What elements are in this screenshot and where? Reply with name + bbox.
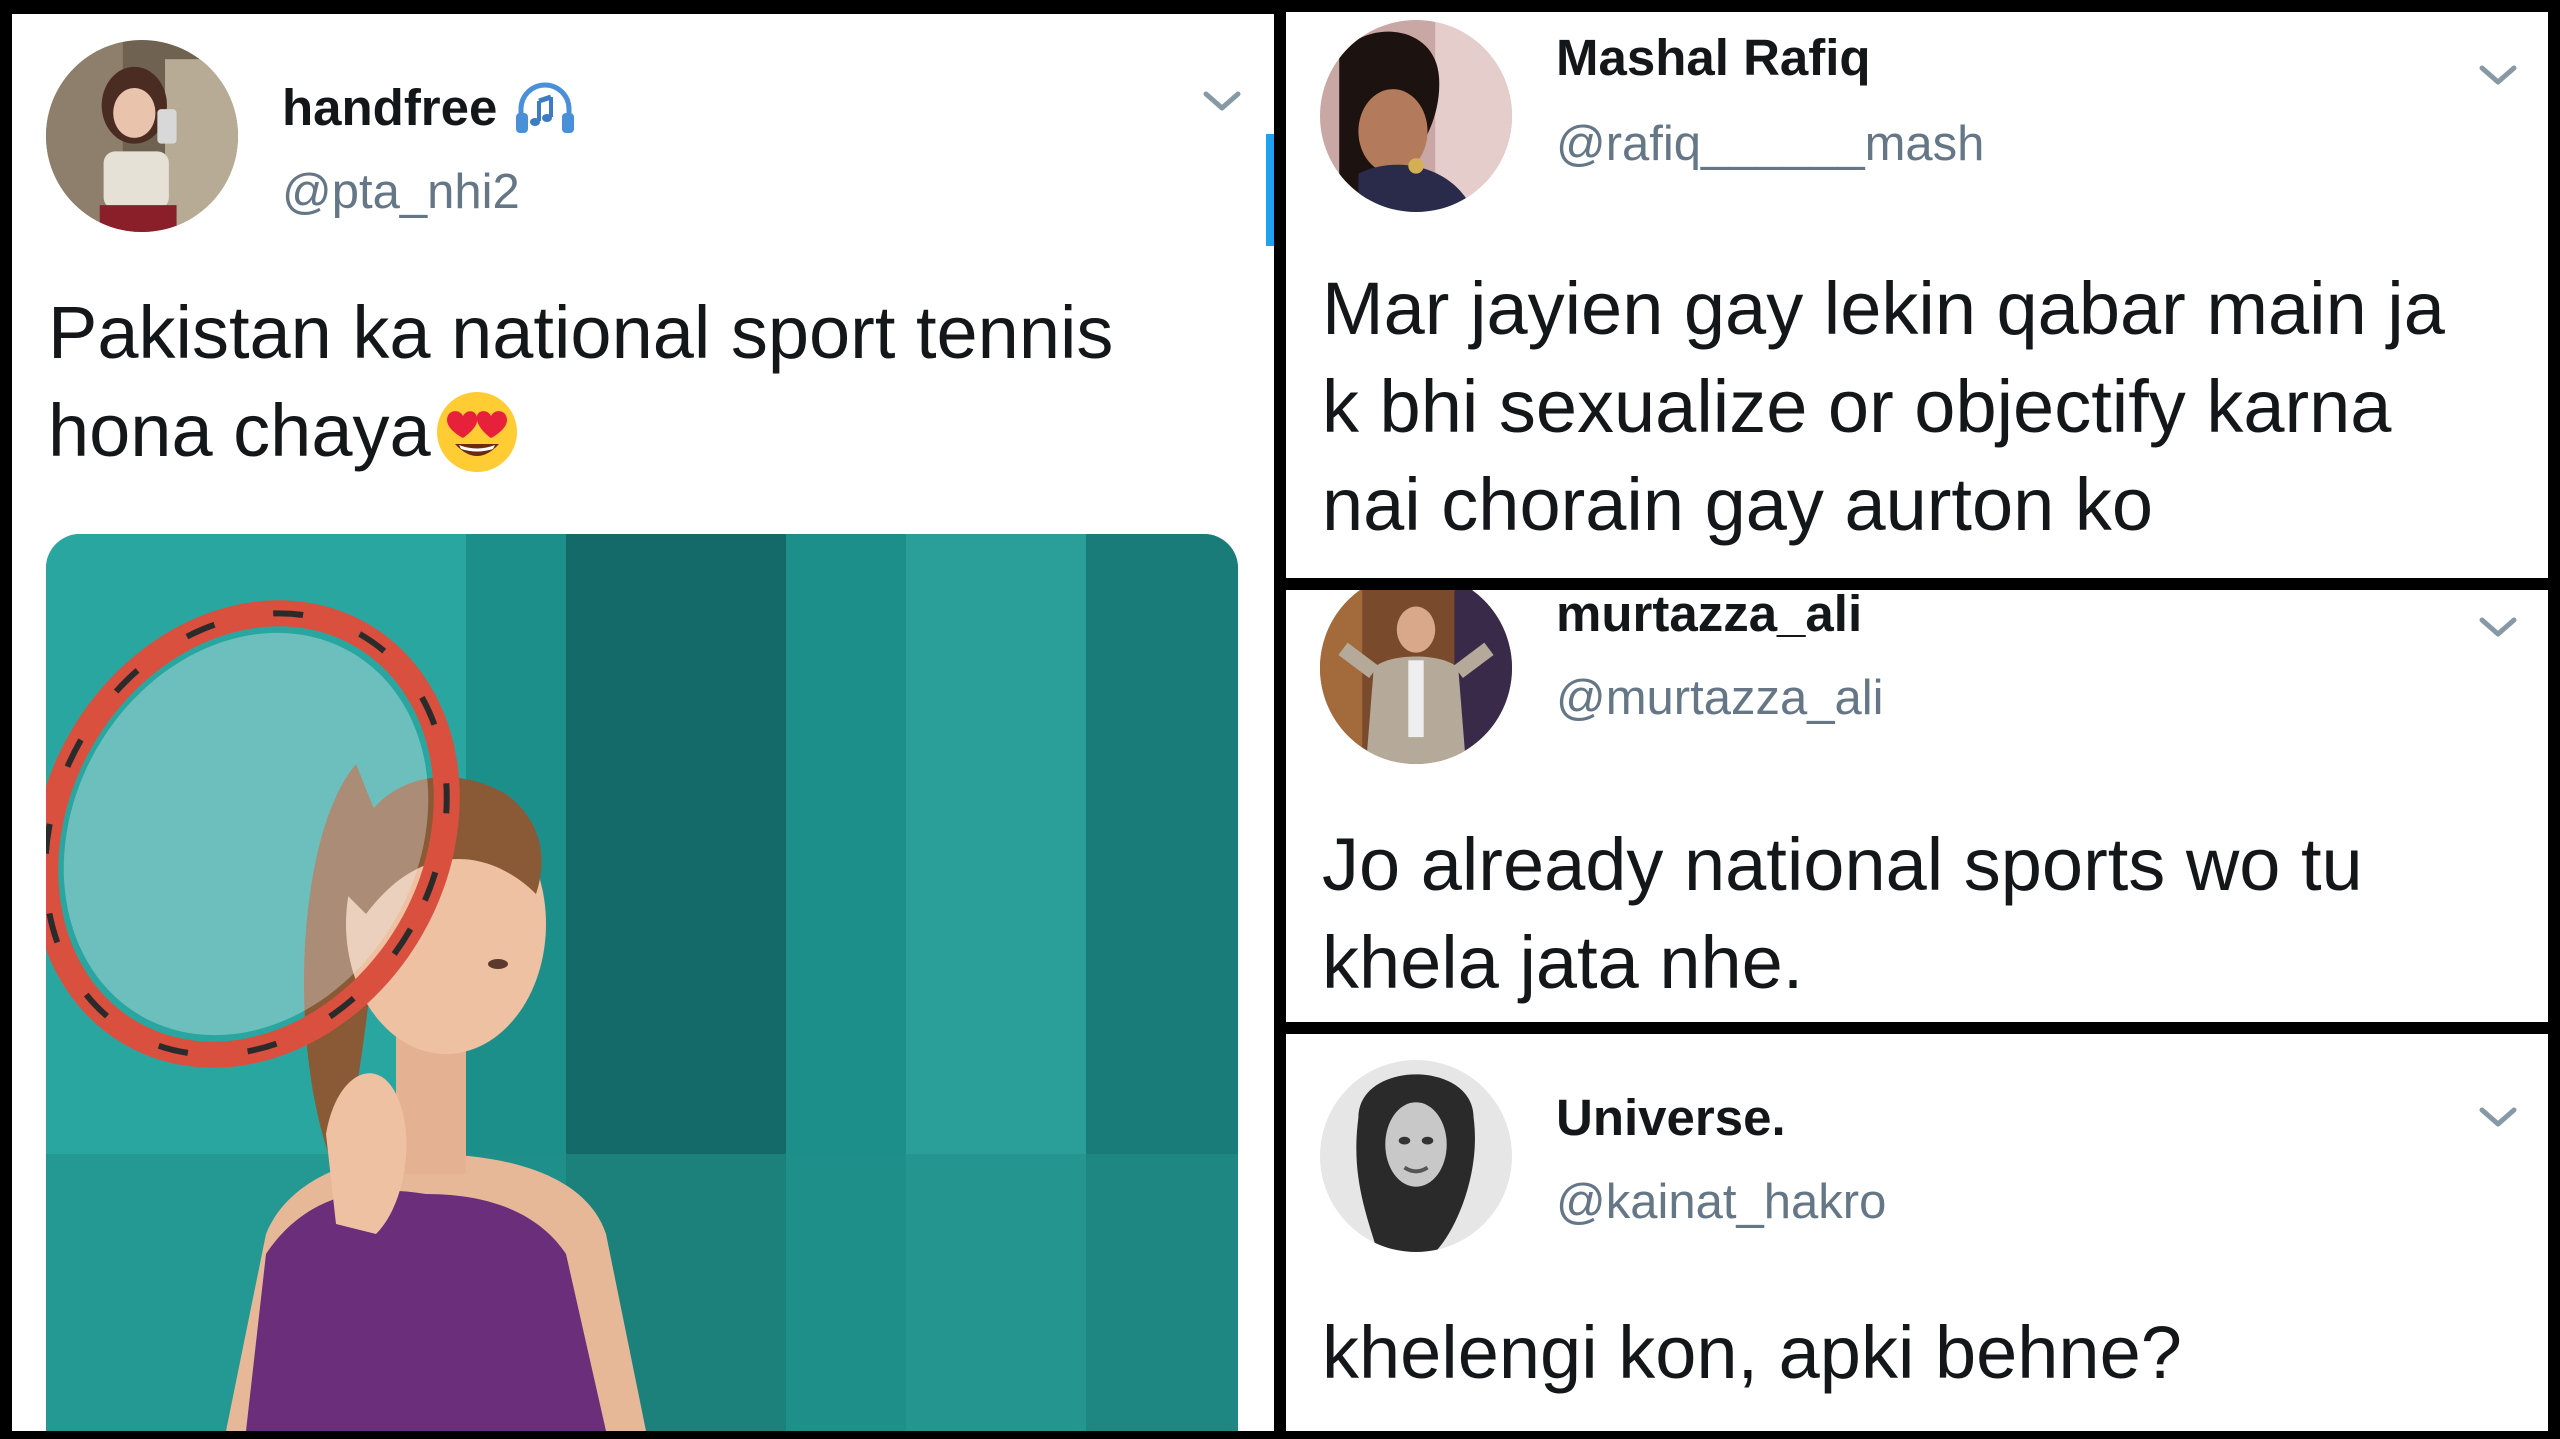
tweet-card-mashal-rafiq[interactable]: Mashal Rafiq @rafiq______mash Mar jayien… [1286,12,2548,578]
avatar[interactable] [1320,590,1512,764]
display-name-text: murtazza_ali [1556,590,1863,642]
avatar[interactable] [46,40,238,232]
tweet-text: khelengi kon, apki behne? [1322,1304,2182,1402]
tweet-card-murtazza-ali[interactable]: murtazza_ali @murtazza_ali Jo already na… [1286,590,2548,1022]
tweet-card-handfree[interactable]: handfree @pta_nhi2 Pakistan ka national … [12,14,1274,1431]
user-handle[interactable]: @rafiq______mash [1556,116,1984,172]
tweet-card-universe[interactable]: Universe. @kainat_hakro khelengi kon, ap… [1286,1034,2548,1431]
scrollbar[interactable] [1266,134,1274,246]
heart-eyes-emoji [436,392,517,472]
display-name[interactable]: Universe. [1556,1088,1786,1147]
tweet-photo[interactable] [46,534,1238,1431]
display-name[interactable]: handfree [282,78,577,137]
display-name[interactable]: Mashal Rafiq [1556,28,1871,87]
headphones-icon [513,79,577,137]
chevron-down-icon[interactable] [2476,612,2520,642]
avatar-image [46,40,238,232]
tweet-text-line: khela jata nhe. [1322,921,1804,1004]
tweet-text-line: Mar jayien gay lekin qabar main ja [1322,267,2445,350]
user-handle[interactable]: @pta_nhi2 [282,164,520,220]
avatar[interactable] [1320,1060,1512,1252]
display-name-text: handfree [282,79,498,136]
avatar[interactable] [1320,20,1512,212]
tweet-text-line: hona chaya [48,382,1113,480]
tweet-text: Jo already national sports wo tu khela j… [1322,816,2363,1012]
tweet-text-line: k bhi sexualize or objectify karna [1322,365,2392,448]
tweet-text: Mar jayien gay lekin qabar main ja k bhi… [1322,260,2445,554]
user-handle[interactable]: @kainat_hakro [1556,1174,1886,1230]
avatar-image [1320,1060,1512,1252]
tennis-player-image [46,534,1238,1431]
display-name-text: Universe. [1556,1089,1786,1146]
user-handle[interactable]: @murtazza_ali [1556,670,1884,726]
chevron-down-icon[interactable] [1200,86,1244,116]
display-name[interactable]: murtazza_ali [1556,590,1862,643]
tweet-text-line: khelengi kon, apki behne? [1322,1311,2182,1394]
chevron-down-icon[interactable] [2476,60,2520,90]
chevron-down-icon[interactable] [2476,1102,2520,1132]
tweet-text-line: Pakistan ka national sport tennis [48,291,1114,374]
tweet-text-line: nai chorain gay aurton ko [1322,463,2153,546]
tweet-text-line: Jo already national sports wo tu [1322,823,2363,906]
display-name-text: Mashal Rafiq [1556,29,1871,86]
avatar-image [1320,590,1512,764]
tweet-text: Pakistan ka national sport tennis hona c… [48,284,1113,480]
avatar-image [1320,20,1512,212]
